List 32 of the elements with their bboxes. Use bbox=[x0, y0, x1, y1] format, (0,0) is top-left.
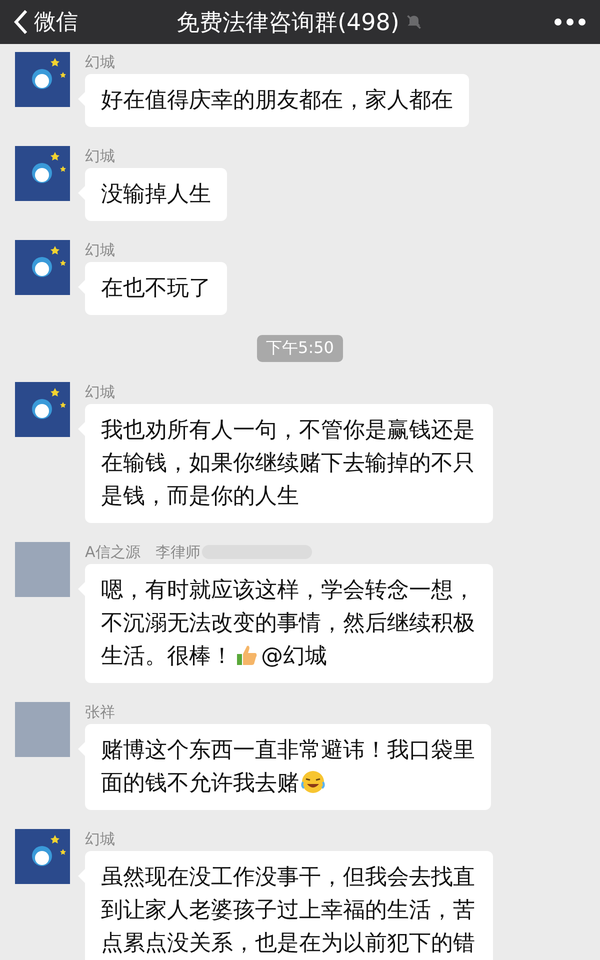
avatar-photo-placeholder bbox=[15, 702, 70, 757]
message-text: 生活。很棒！ bbox=[101, 644, 233, 669]
timestamp: 下午5:50 bbox=[257, 335, 343, 362]
sender-name: 幻城 bbox=[85, 52, 115, 72]
message-text: 好在值得庆幸的朋友都在，家人都在 bbox=[101, 88, 453, 113]
avatar-drawing bbox=[15, 382, 70, 437]
message-text: 嗯，有时就应该这样，学会转念一想，不沉溺无法改变的事情，然后继续积极 bbox=[101, 577, 476, 638]
avatar-drawing bbox=[15, 240, 70, 295]
sender-name: 幻城 bbox=[85, 830, 115, 848]
avatar-drawing bbox=[15, 146, 70, 201]
message-text: 面的钱不允许我去赌 bbox=[101, 771, 299, 796]
laughing-face-icon bbox=[301, 770, 325, 794]
sender-name: 幻城 bbox=[85, 146, 115, 166]
avatar-drawing bbox=[15, 52, 70, 107]
sender-name: 幻城 bbox=[85, 382, 115, 402]
back-button[interactable]: 微信 bbox=[14, 7, 154, 37]
message-text: 赌博这个东西一直非常避讳！我口袋里 bbox=[101, 737, 475, 765]
avatar-drawing bbox=[15, 829, 70, 884]
more-icon[interactable] bbox=[554, 18, 586, 26]
avatar-photo-placeholder bbox=[15, 542, 70, 597]
message-text: @幻城 bbox=[261, 644, 327, 669]
sender-name: 张祥 bbox=[85, 702, 115, 722]
back-label[interactable]: 微信 bbox=[34, 7, 78, 37]
message-text: 我也劝所有人一句，不管你是赢钱还是在输钱，如果你继续赌下去输掉的不只是钱，而是你的人生 bbox=[101, 418, 475, 509]
chat-title: 免费法律咨询群(498) bbox=[176, 8, 400, 38]
thumbs-up-icon bbox=[235, 643, 259, 667]
message-text: 没输掉人生 bbox=[101, 182, 211, 207]
sender-name: A信之源 李律师 bbox=[85, 542, 200, 562]
message-text: 虽然现在没工作没事干，但我会去找直到让家人老婆孩子过上幸福的生活，苦点累点没关系，也是在为以前犯下的错 bbox=[101, 865, 475, 956]
sender-name: 幻城 bbox=[85, 240, 115, 260]
message-text: 在也不玩了 bbox=[101, 276, 211, 301]
back-chevron-icon bbox=[14, 9, 28, 35]
